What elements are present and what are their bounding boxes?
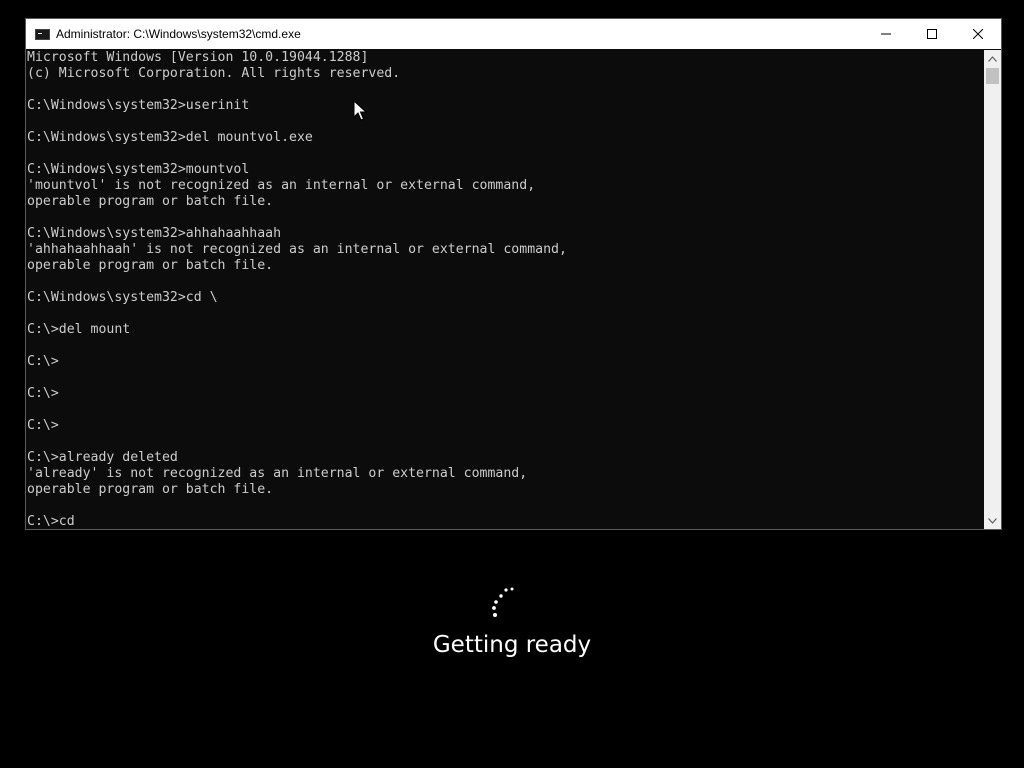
console-line: operable program or batch file. — [27, 194, 274, 209]
maximize-button[interactable] — [909, 19, 955, 49]
console-line: 'already' is not recognized as an intern… — [27, 466, 528, 481]
console-line: 'mountvol' is not recognized as an inter… — [27, 178, 536, 193]
close-icon — [973, 29, 983, 39]
cmd-app-icon[interactable] — [35, 28, 50, 40]
scroll-up-button[interactable] — [984, 50, 1001, 67]
window-controls — [863, 19, 1001, 49]
console-output[interactable]: Microsoft Windows [Version 10.0.19044.12… — [26, 50, 985, 529]
console-line: Microsoft Windows [Version 10.0.19044.12… — [27, 50, 369, 65]
minimize-icon — [881, 33, 891, 35]
window-titlebar[interactable]: Administrator: C:\Windows\system32\cmd.e… — [26, 19, 1001, 49]
window-title: Administrator: C:\Windows\system32\cmd.e… — [56, 27, 301, 41]
console-line: operable program or batch file. — [27, 258, 274, 273]
console-line: C:\> — [27, 418, 59, 433]
console-line: C:\> — [27, 354, 59, 369]
console-line: 'ahhahaahhaah' is not recognized as an i… — [27, 242, 567, 257]
lock-screen-background: Administrator: C:\Windows\system32\cmd.e… — [0, 0, 1024, 768]
console-line: C:\Windows\system32>ahhahaahhaah — [27, 226, 282, 241]
chevron-down-icon — [988, 517, 997, 524]
status-message: Getting ready — [432, 632, 592, 658]
console-line: C:\Windows\system32>mountvol — [27, 162, 250, 177]
console-line: C:\Windows\system32>cd \ — [27, 290, 218, 305]
console-line: C:\Windows\system32>userinit — [27, 98, 250, 113]
console-line: C:\> — [27, 386, 59, 401]
maximize-icon — [927, 29, 937, 39]
scroll-thumb[interactable] — [986, 68, 999, 84]
chevron-up-icon — [988, 55, 997, 62]
cmd-window[interactable]: Administrator: C:\Windows\system32\cmd.e… — [25, 18, 1002, 530]
close-button[interactable] — [955, 19, 1001, 49]
console-line: C:\>cd — [27, 514, 75, 529]
minimize-button[interactable] — [863, 19, 909, 49]
console-line: C:\>del mount — [27, 322, 131, 337]
scroll-down-button[interactable] — [984, 512, 1001, 529]
console-line: (c) Microsoft Corporation. All rights re… — [27, 66, 401, 81]
console-line: operable program or batch file. — [27, 482, 274, 497]
vertical-scrollbar[interactable] — [984, 50, 1001, 529]
console-line: C:\Windows\system32>del mountvol.exe — [27, 130, 313, 145]
loading-spinner-icon — [492, 587, 514, 617]
console-line: C:\>already deleted — [27, 450, 178, 465]
mouse-pointer-icon — [353, 100, 367, 121]
